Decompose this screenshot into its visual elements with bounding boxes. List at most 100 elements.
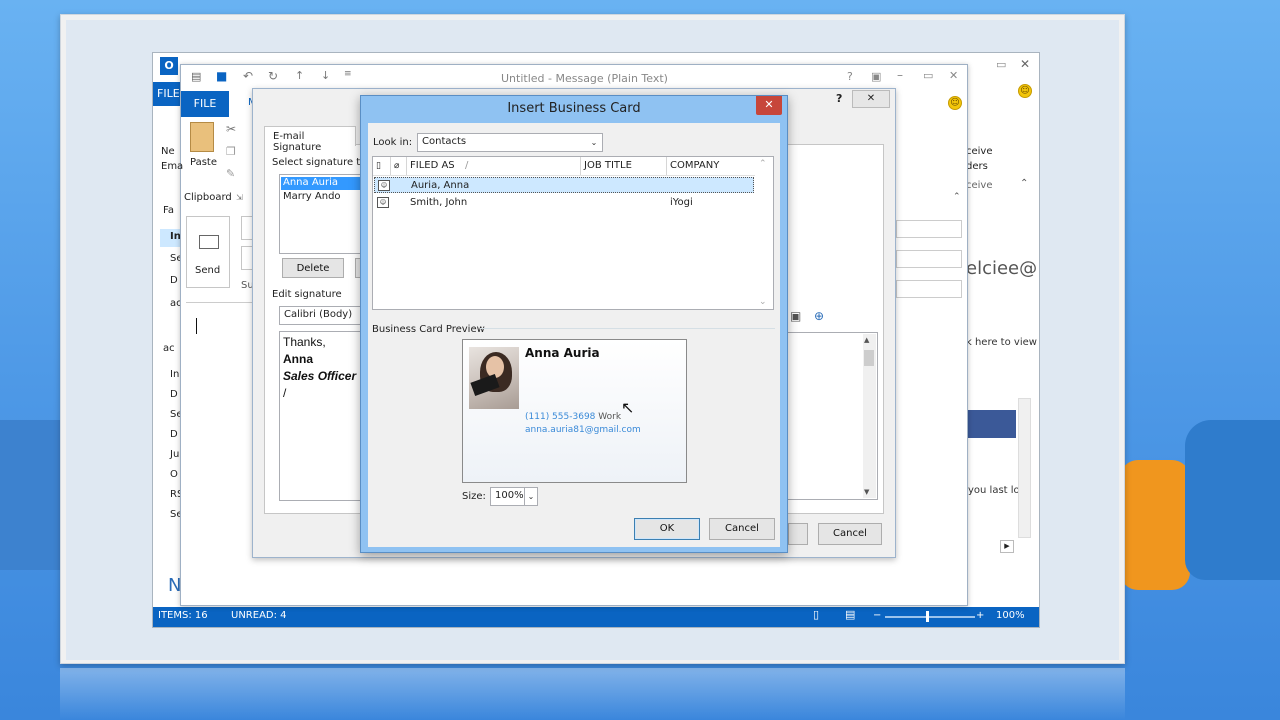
column-job-title[interactable]: JOB TITLE xyxy=(581,157,667,175)
field-fragment[interactable] xyxy=(896,280,962,298)
field-fragment[interactable] xyxy=(896,220,962,238)
insert-business-card-icon[interactable]: ▣ xyxy=(790,309,801,323)
sig-cancel-button[interactable]: Cancel xyxy=(818,523,882,545)
status-zoom[interactable]: 100% xyxy=(996,610,1025,621)
minimize-icon[interactable]: – xyxy=(897,68,903,82)
customize-qat-icon[interactable]: ≡ xyxy=(344,69,352,79)
sig-close-button[interactable]: ✕ xyxy=(852,90,890,108)
reading-pane-click-here[interactable]: k here to view xyxy=(966,337,1037,348)
insert-card-close-button[interactable]: ✕ xyxy=(756,96,782,115)
contact-row[interactable]: ☺ Smith, John iYogi xyxy=(374,195,754,211)
folder-item[interactable]: In xyxy=(170,369,179,380)
undo-icon[interactable]: ↶ xyxy=(243,69,253,83)
column-filed-as[interactable]: FILED AS / xyxy=(407,157,581,175)
help-icon[interactable]: ? xyxy=(847,70,853,83)
maximize-icon[interactable]: ▭ xyxy=(923,69,933,82)
card-name: Anna Auria xyxy=(525,346,600,360)
signature-cursor: / xyxy=(283,386,287,400)
outlook-restore-icon[interactable]: ▭ xyxy=(996,58,1006,71)
collapse-icon[interactable]: ⌃ xyxy=(953,192,961,202)
look-in-label: Look in: xyxy=(373,137,413,148)
folder-item[interactable]: D xyxy=(170,389,178,400)
folder-item[interactable]: ac xyxy=(163,343,175,354)
font-select[interactable]: Calibri (Body) xyxy=(279,306,363,325)
scroll-thumb[interactable] xyxy=(864,350,874,366)
folder-item[interactable]: Fa xyxy=(163,205,174,216)
signature-item[interactable]: Marry Ando xyxy=(283,191,341,202)
insert-hyperlink-icon[interactable]: ⊕ xyxy=(814,309,824,323)
contacts-grid[interactable]: ▯ ⌀ FILED AS / JOB TITLE COMPANY ☺ Auria,… xyxy=(372,156,774,310)
cancel-button[interactable]: Cancel xyxy=(709,518,775,540)
message-icon: ▤ xyxy=(191,70,202,83)
column-company[interactable]: COMPANY xyxy=(667,157,755,175)
card-phone-type: Work xyxy=(598,412,622,422)
scroll-down-icon[interactable]: ▼ xyxy=(864,488,869,496)
send-button[interactable]: Send xyxy=(186,216,230,288)
ok-button[interactable]: OK xyxy=(634,518,700,540)
folder-item[interactable]: D xyxy=(170,275,178,286)
ribbon-display-icon[interactable]: ▣ xyxy=(871,70,881,83)
desktop-chair-orange xyxy=(1120,460,1190,590)
smiley-icon[interactable]: ☺ xyxy=(1018,84,1032,98)
folder-item[interactable]: D xyxy=(170,429,178,440)
header-divider xyxy=(186,302,256,303)
scroll-right-icon[interactable]: ▶ xyxy=(1000,540,1014,553)
format-painter-icon[interactable]: ✎ xyxy=(226,167,235,180)
status-unread: UNREAD: 4 xyxy=(231,610,287,621)
grid-scroll-up-icon[interactable]: ⌃ xyxy=(759,159,767,169)
zoom-slider-thumb[interactable] xyxy=(926,611,929,622)
desktop-chair-right xyxy=(1185,420,1280,580)
signature-editor-right[interactable]: ▲ ▼ xyxy=(784,332,878,500)
down-arrow-icon[interactable]: ↓ xyxy=(321,69,330,82)
signature-line-title: Sales Officer xyxy=(283,369,357,383)
reading-view-icon[interactable]: ▤ xyxy=(845,608,855,621)
reading-pane-scrollbar[interactable] xyxy=(1018,398,1031,538)
field-fragment[interactable] xyxy=(896,250,962,268)
clipboard-launcher-icon[interactable]: ⇲ xyxy=(236,193,243,202)
new-email-fragment[interactable]: Ne Ema xyxy=(161,144,183,174)
close-icon[interactable]: ✕ xyxy=(949,69,958,82)
redo-icon[interactable]: ↻ xyxy=(268,69,278,83)
paste-label[interactable]: Paste xyxy=(190,157,217,168)
normal-view-icon[interactable]: ▯ xyxy=(813,608,819,621)
save-icon[interactable]: ■ xyxy=(216,69,227,83)
folder-item[interactable]: O xyxy=(170,469,178,480)
zoom-in-icon[interactable]: + xyxy=(976,610,984,621)
editor-scrollbar[interactable]: ▲ ▼ xyxy=(863,334,876,498)
size-select[interactable]: 100% ⌄ xyxy=(490,487,538,506)
grid-scrollbar[interactable]: ⌃ ⌄ xyxy=(755,157,773,309)
status-items: ITEMS: 16 xyxy=(158,610,208,621)
grid-header-divider xyxy=(373,175,755,176)
preview-separator xyxy=(480,328,775,329)
zoom-slider[interactable] xyxy=(885,616,975,618)
send-envelope-icon xyxy=(199,235,219,249)
sig-help-icon[interactable]: ? xyxy=(836,92,842,105)
screen-reflection xyxy=(60,668,1125,720)
folder-item[interactable]: Ju xyxy=(170,449,179,460)
folder-item-selected[interactable]: In xyxy=(160,229,182,247)
send-label: Send xyxy=(195,265,221,276)
message-smiley-icon[interactable]: ☺ xyxy=(948,96,962,110)
size-arrow-icon: ⌄ xyxy=(524,488,537,505)
delete-button[interactable]: Delete xyxy=(282,258,344,278)
collapse-ribbon-icon[interactable]: ⌃ xyxy=(1020,178,1028,189)
grid-scroll-down-icon[interactable]: ⌄ xyxy=(759,297,767,307)
outlook-file-tab[interactable]: FILE xyxy=(153,82,183,106)
card-email: anna.auria81@gmail.com xyxy=(525,425,641,435)
up-arrow-icon[interactable]: ↑ xyxy=(295,69,304,82)
tab-email-signature[interactable]: E-mail Signature xyxy=(264,126,356,153)
contact-row-selected[interactable]: ☺ Auria, Anna xyxy=(374,177,754,193)
copy-icon[interactable]: ❐ xyxy=(226,145,236,158)
column-filed-as-label: FILED AS xyxy=(410,160,455,171)
outlook-close-icon[interactable]: ✕ xyxy=(1020,57,1030,71)
cut-icon[interactable]: ✂ xyxy=(226,122,236,136)
signature-item-selected[interactable]: Anna Auria xyxy=(281,177,361,190)
signature-list[interactable]: Anna Auria Marry Ando xyxy=(279,174,361,254)
scroll-up-icon[interactable]: ▲ xyxy=(864,336,869,344)
zoom-out-icon[interactable]: − xyxy=(873,610,881,621)
sig-ok-button-fragment[interactable] xyxy=(788,523,808,545)
message-file-tab[interactable]: FILE xyxy=(181,91,229,117)
paste-icon[interactable] xyxy=(190,122,214,152)
signature-editor[interactable]: Thanks, Anna Sales Officer / xyxy=(279,331,363,501)
look-in-select[interactable]: Contacts ⌄ xyxy=(417,133,603,152)
